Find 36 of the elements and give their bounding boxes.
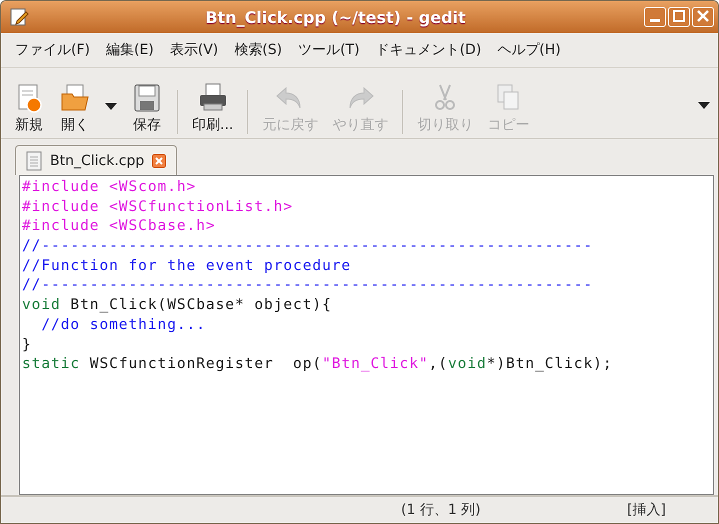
close-icon — [696, 10, 710, 22]
window-title: Btn_Click.cpp (~/test) - gedit — [204, 8, 467, 26]
code-line: #include <WScom.h> — [22, 178, 198, 197]
menu-item[interactable]: ファイル(F) — [9, 39, 96, 61]
menu-item[interactable]: 編集(E) — [100, 39, 160, 61]
overflow-caret-icon[interactable] — [698, 102, 710, 110]
code-editor[interactable] — [19, 175, 714, 495]
toolbar-button[interactable]: 印刷... — [188, 82, 238, 134]
close-tab-icon[interactable] — [152, 154, 166, 168]
code-line: void Btn_Click(WSCbase* object){ — [22, 296, 333, 316]
minimize-icon — [650, 18, 660, 22]
menu-item[interactable]: 表示(V) — [164, 39, 224, 61]
code-line: //do something... — [40, 316, 207, 335]
code-line: } — [22, 336, 33, 354]
menu-item[interactable]: ドキュメント(D) — [370, 39, 488, 61]
code-line: //--------------------------------------------------------- — [22, 276, 594, 296]
notepad-pencil-icon — [9, 7, 29, 27]
code-line: #include <WSCbase.h> — [22, 217, 217, 236]
insert-mode: [挿入] — [627, 501, 666, 519]
maximize-icon — [672, 10, 686, 22]
toolbar-button[interactable]: 新規 — [9, 82, 49, 134]
menu-item[interactable]: ヘルプ(H) — [491, 39, 567, 61]
document-icon — [26, 150, 42, 170]
code-line: #include <WSCfunctionList.h> — [22, 198, 294, 217]
toolbar-button[interactable]: 保存 — [127, 82, 167, 134]
close-button[interactable] — [692, 7, 714, 27]
document-tab[interactable]: Btn_Click.cpp — [15, 145, 178, 175]
menu-item[interactable]: 検索(S) — [228, 39, 288, 61]
cursor-position: (1 行、1 列) — [401, 501, 482, 519]
maximize-button[interactable] — [668, 7, 690, 27]
code-line: //Function for the event procedure — [22, 256, 352, 276]
code-line: static WSCfunctionRegister op("Btn_Click",(void*)Btn_Click); — [22, 355, 614, 374]
minimize-button[interactable] — [644, 7, 666, 27]
menu-item[interactable]: ツール(T) — [292, 39, 366, 61]
code-line: //--------------------------------------------------------- — [22, 237, 594, 256]
toolbar-button[interactable]: 開く — [55, 82, 95, 134]
